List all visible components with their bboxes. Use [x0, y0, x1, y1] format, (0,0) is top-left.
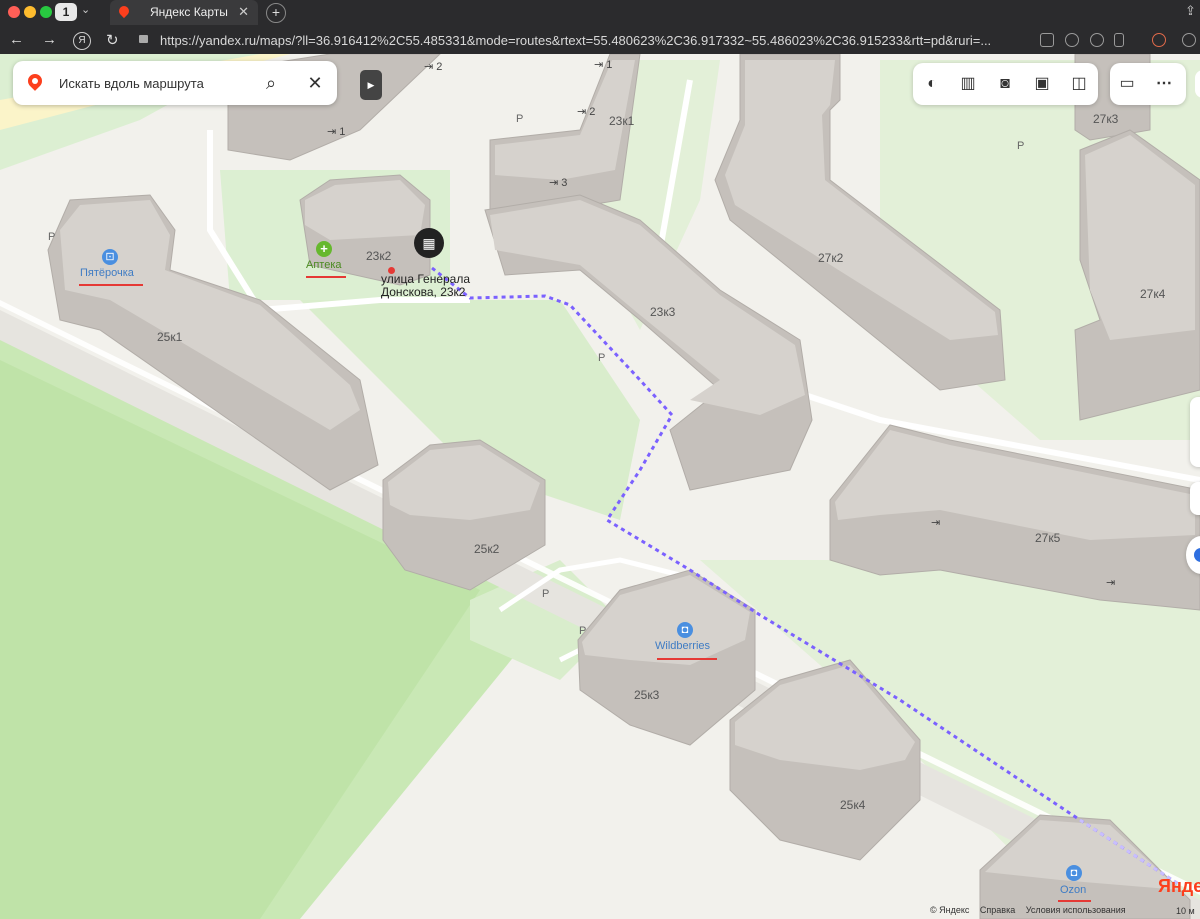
zoom-icon[interactable]: [1065, 33, 1079, 47]
entrance-icon: ⇥: [1106, 577, 1116, 589]
underline-annotation: [79, 284, 143, 286]
parking-label: P: [1017, 140, 1025, 152]
transport-bus-icon[interactable]: ▣: [1030, 72, 1054, 96]
pharmacy-cross-icon[interactable]: +: [316, 241, 332, 257]
map-type-icon[interactable]: ◐: [920, 72, 944, 96]
browser-chrome: 1 ⌄ Яндекс Карты ✕ + ⇪ ← → Я ↻ https://y…: [0, 0, 1200, 54]
search-along-route-input[interactable]: [57, 72, 251, 94]
protect-icon[interactable]: [1090, 33, 1104, 47]
parking-label: P: [542, 588, 550, 600]
building-label: 23к2: [366, 249, 392, 263]
translate-icon[interactable]: [1040, 33, 1054, 47]
building-label: 27к2: [818, 251, 844, 265]
building-label: 25к3: [634, 688, 660, 702]
help-link[interactable]: Справка: [980, 905, 1015, 915]
close-icon[interactable]: ✕: [238, 4, 249, 20]
underline-annotation: [306, 276, 346, 278]
building-label: 27к5: [1035, 531, 1061, 545]
url-field[interactable]: https://yandex.ru/maps/?ll=36.916412%2C5…: [160, 33, 991, 48]
entrance-icon: ⇥ 1: [594, 59, 613, 71]
tab-yandex-maps[interactable]: Яндекс Карты ✕: [110, 0, 258, 25]
compass-control[interactable]: [1190, 482, 1200, 515]
tab-count-badge[interactable]: 1: [55, 3, 77, 21]
entrance-icon: ⇥: [931, 517, 941, 529]
building-label: 23к1: [609, 114, 635, 128]
yandex-browser-icon[interactable]: Я: [73, 32, 91, 50]
entrance-icon: ⇥ 1: [327, 126, 346, 138]
poi-label-wildberries[interactable]: Wildberries: [655, 640, 710, 652]
address-bar: ← → Я ↻ https://yandex.ru/maps/?ll=36.91…: [0, 26, 1200, 54]
building-label: 25к2: [474, 542, 500, 556]
yandex-maps-pin-icon: [116, 3, 132, 19]
tab-title: Яндекс Карты: [150, 5, 228, 19]
building-label: 23к3: [650, 305, 676, 319]
collapse-panel-button[interactable]: ▶: [360, 70, 382, 100]
parking-label: P: [579, 625, 587, 637]
camera-icon[interactable]: ◙: [993, 72, 1017, 96]
share-icon[interactable]: ⇪: [1185, 3, 1196, 19]
building-marker-icon[interactable]: ▦: [414, 228, 444, 258]
building-label: 25к4: [840, 798, 866, 812]
map-layer: [0, 54, 1200, 919]
entrance-icon: ⇥ 2: [424, 61, 443, 73]
building-label: 27к3: [1093, 112, 1119, 126]
terms-link[interactable]: Условия использования: [1026, 905, 1126, 915]
copyright-text: © Яндекс: [930, 905, 970, 915]
address-label[interactable]: улица Генерала Донскова, 23к2: [381, 273, 470, 299]
tools-toolbar: ▭ ⋯: [1110, 63, 1186, 105]
search-icon[interactable]: ⌕: [259, 71, 283, 95]
map-canvas[interactable]: 23к1 23к2 23к3 25к1 25к2 25к3 25к4 27к2 …: [0, 54, 1200, 919]
tab-bar: 1 ⌄ Яндекс Карты ✕ + ⇪: [0, 0, 1200, 25]
forward-arrow-icon[interactable]: →: [42, 31, 57, 48]
ruler-icon[interactable]: ▭: [1115, 72, 1139, 96]
entrance-icon: ⇥ 3: [549, 177, 568, 189]
location-pin-icon: [25, 71, 45, 91]
maximize-window-button[interactable]: [40, 6, 52, 18]
building-label: 25к1: [157, 330, 183, 344]
profile-button[interactable]: [1195, 70, 1200, 98]
minimize-window-button[interactable]: [24, 6, 36, 18]
layers-icon[interactable]: ◫: [1067, 72, 1091, 96]
panorama-icon[interactable]: ▥: [956, 72, 980, 96]
entrance-icon: ⇥ 2: [577, 106, 596, 118]
new-tab-button[interactable]: +: [266, 3, 286, 23]
reload-icon[interactable]: ↻: [106, 31, 119, 49]
chevron-down-icon[interactable]: ⌄: [81, 3, 90, 16]
underline-annotation: [1058, 900, 1091, 902]
building-label: 27к4: [1140, 287, 1166, 301]
map-layers-toolbar: ◐ ▥ ◙ ▣ ◫: [913, 63, 1098, 105]
parking-label: P: [516, 113, 524, 125]
basket-icon[interactable]: ⊡: [102, 249, 118, 265]
zoom-control[interactable]: [1190, 397, 1200, 467]
parking-label: P: [598, 352, 606, 364]
underline-annotation: [657, 658, 717, 660]
poi-label-pyaterochka[interactable]: Пятёрочка: [80, 267, 134, 279]
poi-label-ozon[interactable]: Ozon: [1060, 884, 1086, 896]
profile-icon[interactable]: [1182, 33, 1196, 47]
extension-icon[interactable]: [1152, 33, 1166, 47]
shopping-bag-icon[interactable]: ◘: [1066, 865, 1082, 881]
route-search-box: ⌕ ✕: [13, 61, 337, 105]
building-27k4: [1074, 129, 1200, 421]
parking-label: P: [48, 231, 56, 243]
map-footer: © Яндекс Справка Условия использования: [930, 905, 1134, 915]
shopping-bag-icon[interactable]: ◘: [677, 622, 693, 638]
close-window-button[interactable]: [8, 6, 20, 18]
scale-label: 10 м: [1176, 906, 1195, 916]
more-icon[interactable]: ⋯: [1152, 72, 1176, 96]
close-icon[interactable]: ✕: [303, 71, 327, 95]
poi-label-apteka[interactable]: Аптека: [306, 259, 342, 271]
location-dot-icon: [1194, 548, 1200, 562]
yandex-logo: Яндек: [1158, 876, 1200, 896]
bookmark-icon[interactable]: [1114, 33, 1124, 47]
lock-icon: [139, 35, 148, 43]
back-arrow-icon[interactable]: ←: [9, 31, 24, 48]
